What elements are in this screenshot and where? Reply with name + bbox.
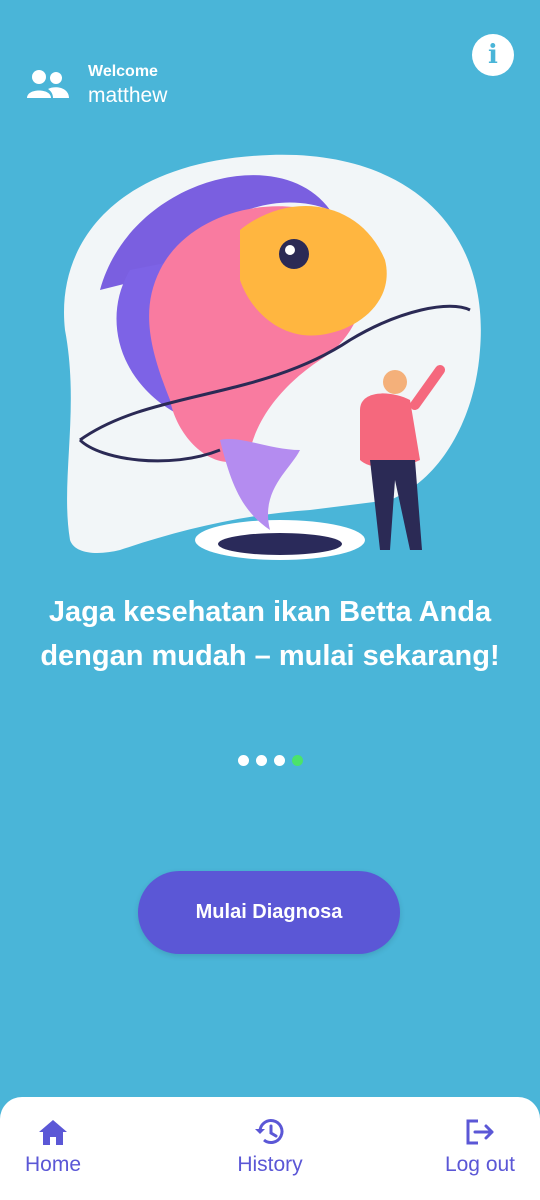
page-dot[interactable]	[237, 755, 249, 766]
slide-title-line-1: Jaga kesehatan ikan Betta Anda	[48, 596, 492, 628]
history-icon	[255, 1119, 284, 1144]
nav-label-logout: Log out	[444, 1153, 516, 1176]
username: matthew	[88, 84, 168, 107]
slide-title: Jaga kesehatan ikan Betta Anda dengan mu…	[0, 590, 540, 678]
users-icon	[27, 70, 69, 98]
page-dot[interactable]	[273, 755, 285, 766]
logout-icon	[466, 1119, 494, 1145]
slide-title-line-2: dengan mudah – mulai sekarang!	[40, 640, 500, 672]
header: Welcome matthew i	[0, 0, 540, 130]
page-dot[interactable]	[255, 755, 267, 766]
page-dot-active[interactable]	[291, 755, 303, 766]
bottom-nav: Home History Log out	[0, 1097, 540, 1200]
nav-item-history[interactable]: History	[210, 1117, 330, 1177]
page-indicator	[0, 755, 540, 766]
start-diagnosis-button[interactable]: Mulai Diagnosa	[138, 871, 400, 954]
nav-label-home: Home	[24, 1153, 82, 1176]
hero-illustration	[64, 154, 481, 560]
welcome-label: Welcome	[88, 63, 158, 80]
nav-label-history: History	[237, 1153, 303, 1176]
home-icon	[39, 1120, 67, 1145]
nav-item-logout[interactable]: Log out	[420, 1117, 540, 1177]
info-button[interactable]: i	[472, 34, 514, 76]
nav-item-home[interactable]: Home	[0, 1117, 113, 1177]
info-icon: i	[488, 40, 498, 70]
